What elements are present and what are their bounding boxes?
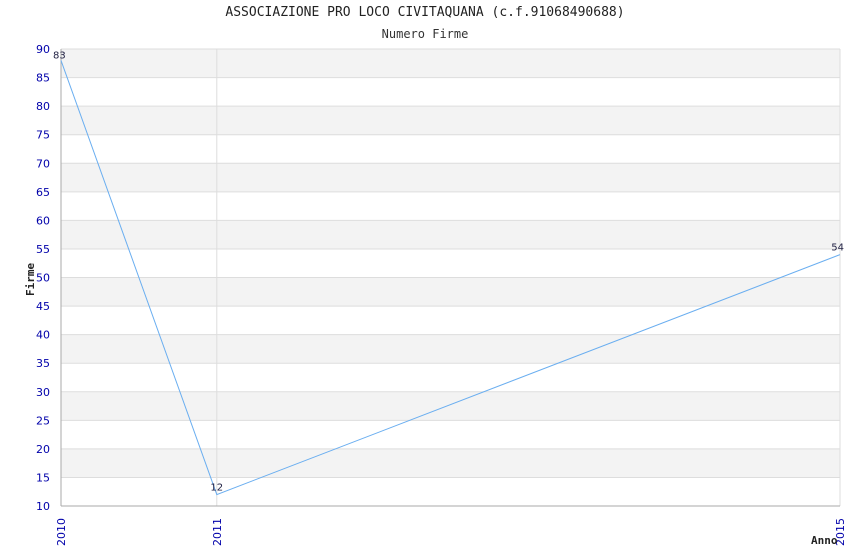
grid-band: [61, 306, 840, 335]
grid-band: [61, 134, 840, 164]
y-tick-label: 15: [36, 471, 50, 484]
y-tick-label: 35: [36, 357, 50, 370]
grid-band: [61, 477, 840, 506]
y-axis-title: Firme: [24, 263, 37, 296]
data-label: 54: [831, 243, 844, 254]
y-tick-label: 25: [36, 414, 50, 427]
y-tick-label: 75: [36, 129, 50, 142]
data-label: 83: [53, 50, 66, 61]
grid-band: [61, 391, 840, 421]
data-label: 12: [210, 483, 223, 494]
x-tick-label: 2011: [211, 518, 224, 546]
y-tick-label: 55: [36, 243, 50, 256]
grid-band: [61, 420, 840, 449]
y-tick-label: 10: [36, 500, 50, 513]
y-tick-label: 45: [36, 300, 50, 313]
y-tick-label: 80: [36, 100, 50, 113]
x-axis-title: Anno: [811, 534, 838, 547]
y-tick-label: 90: [36, 43, 50, 56]
y-tick-label: 65: [36, 186, 50, 199]
grid-band: [61, 191, 840, 221]
x-tick-label: 2010: [55, 518, 68, 546]
grid-band: [61, 220, 840, 249]
grid-band: [61, 106, 840, 135]
y-tick-label: 60: [36, 214, 50, 227]
y-tick-label: 20: [36, 443, 50, 456]
grid-band: [61, 248, 840, 278]
grid-band: [61, 334, 840, 364]
y-tick-label: 50: [36, 272, 50, 285]
grid-band: [61, 448, 840, 478]
line-chart: 10 15 20 25 30 35 40 45 50 55 60 65 70 75 80 85 90 2010 20…: [24, 43, 847, 547]
grid-band: [61, 49, 840, 78]
grid-band: [61, 77, 840, 107]
grid-band: [61, 163, 840, 192]
grid-band: [61, 277, 840, 307]
y-tick-label: 85: [36, 72, 50, 85]
y-tick-label: 30: [36, 386, 50, 399]
y-tick-label: 70: [36, 157, 50, 170]
y-tick-label: 40: [36, 329, 50, 342]
